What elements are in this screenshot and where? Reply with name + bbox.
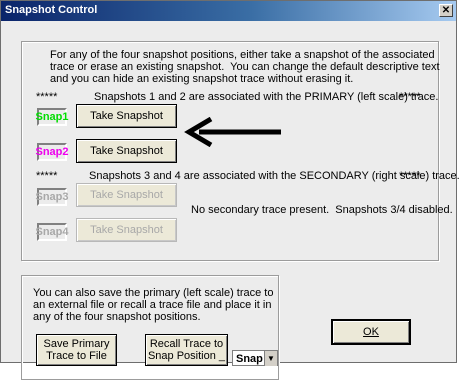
snap3-take-snapshot-button[interactable]: Take Snapshot [76,183,177,207]
primary-stars-right: ***** [399,91,421,103]
snap1-take-snapshot-button[interactable]: Take Snapshot [76,104,177,128]
title-bar: Snapshot Control ✕ [1,1,456,21]
ok-button-label: OK [363,326,379,338]
file-text-line-2: an external file or recall a trace file … [33,299,272,311]
recall-trace-button[interactable]: Recall Trace to Snap Position _ [145,334,228,366]
recall-button-line-2: Snap Position _ [147,350,226,362]
save-primary-trace-button[interactable]: Save Primary Trace to File [36,334,117,366]
intro-line-3: and you can hide an existing snapshot tr… [50,73,354,85]
snap4-take-snapshot-button[interactable]: Take Snapshot [76,218,177,242]
secondary-stars-left: ***** [36,170,58,182]
intro-line-1: For any of the four snapshot positions, … [50,49,435,61]
intro-line-2: trace or erase an existing snapshot. You… [50,61,440,73]
snap2-label[interactable]: Snap2 [36,143,69,161]
secondary-stars-right: ***** [399,170,421,182]
snap2-take-snapshot-button[interactable]: Take Snapshot [76,139,177,163]
snap-position-select[interactable]: Snap 1 ▼ [232,350,278,366]
window-title: Snapshot Control [5,4,98,16]
primary-heading: Snapshots 1 and 2 are associated with th… [94,91,439,103]
snap3-label[interactable]: Snap3 [36,188,69,206]
close-icon: ✕ [441,5,451,16]
ok-button[interactable]: OK [331,319,411,345]
close-button[interactable]: ✕ [439,4,453,17]
snap4-label[interactable]: Snap4 [36,223,69,241]
save-button-line-1: Save Primary [43,338,110,350]
chevron-down-icon[interactable]: ▼ [264,351,277,366]
secondary-disabled-note: No secondary trace present. Snapshots 3/… [191,204,453,216]
dialog-body: For any of the four snapshot positions, … [1,21,459,380]
snapshot-control-dialog: Snapshot Control ✕ For any of the four s… [0,0,459,380]
recall-button-line-1: Recall Trace to [149,338,224,350]
primary-stars-left: ***** [36,91,58,103]
file-text-line-1: You can also save the primary (left scal… [33,287,274,299]
snap1-label[interactable]: Snap1 [36,108,69,126]
file-text-line-3: any of the four snapshot positions. [33,311,201,323]
left-arrow-icon [184,117,281,147]
save-button-line-2: Trace to File [46,350,107,362]
